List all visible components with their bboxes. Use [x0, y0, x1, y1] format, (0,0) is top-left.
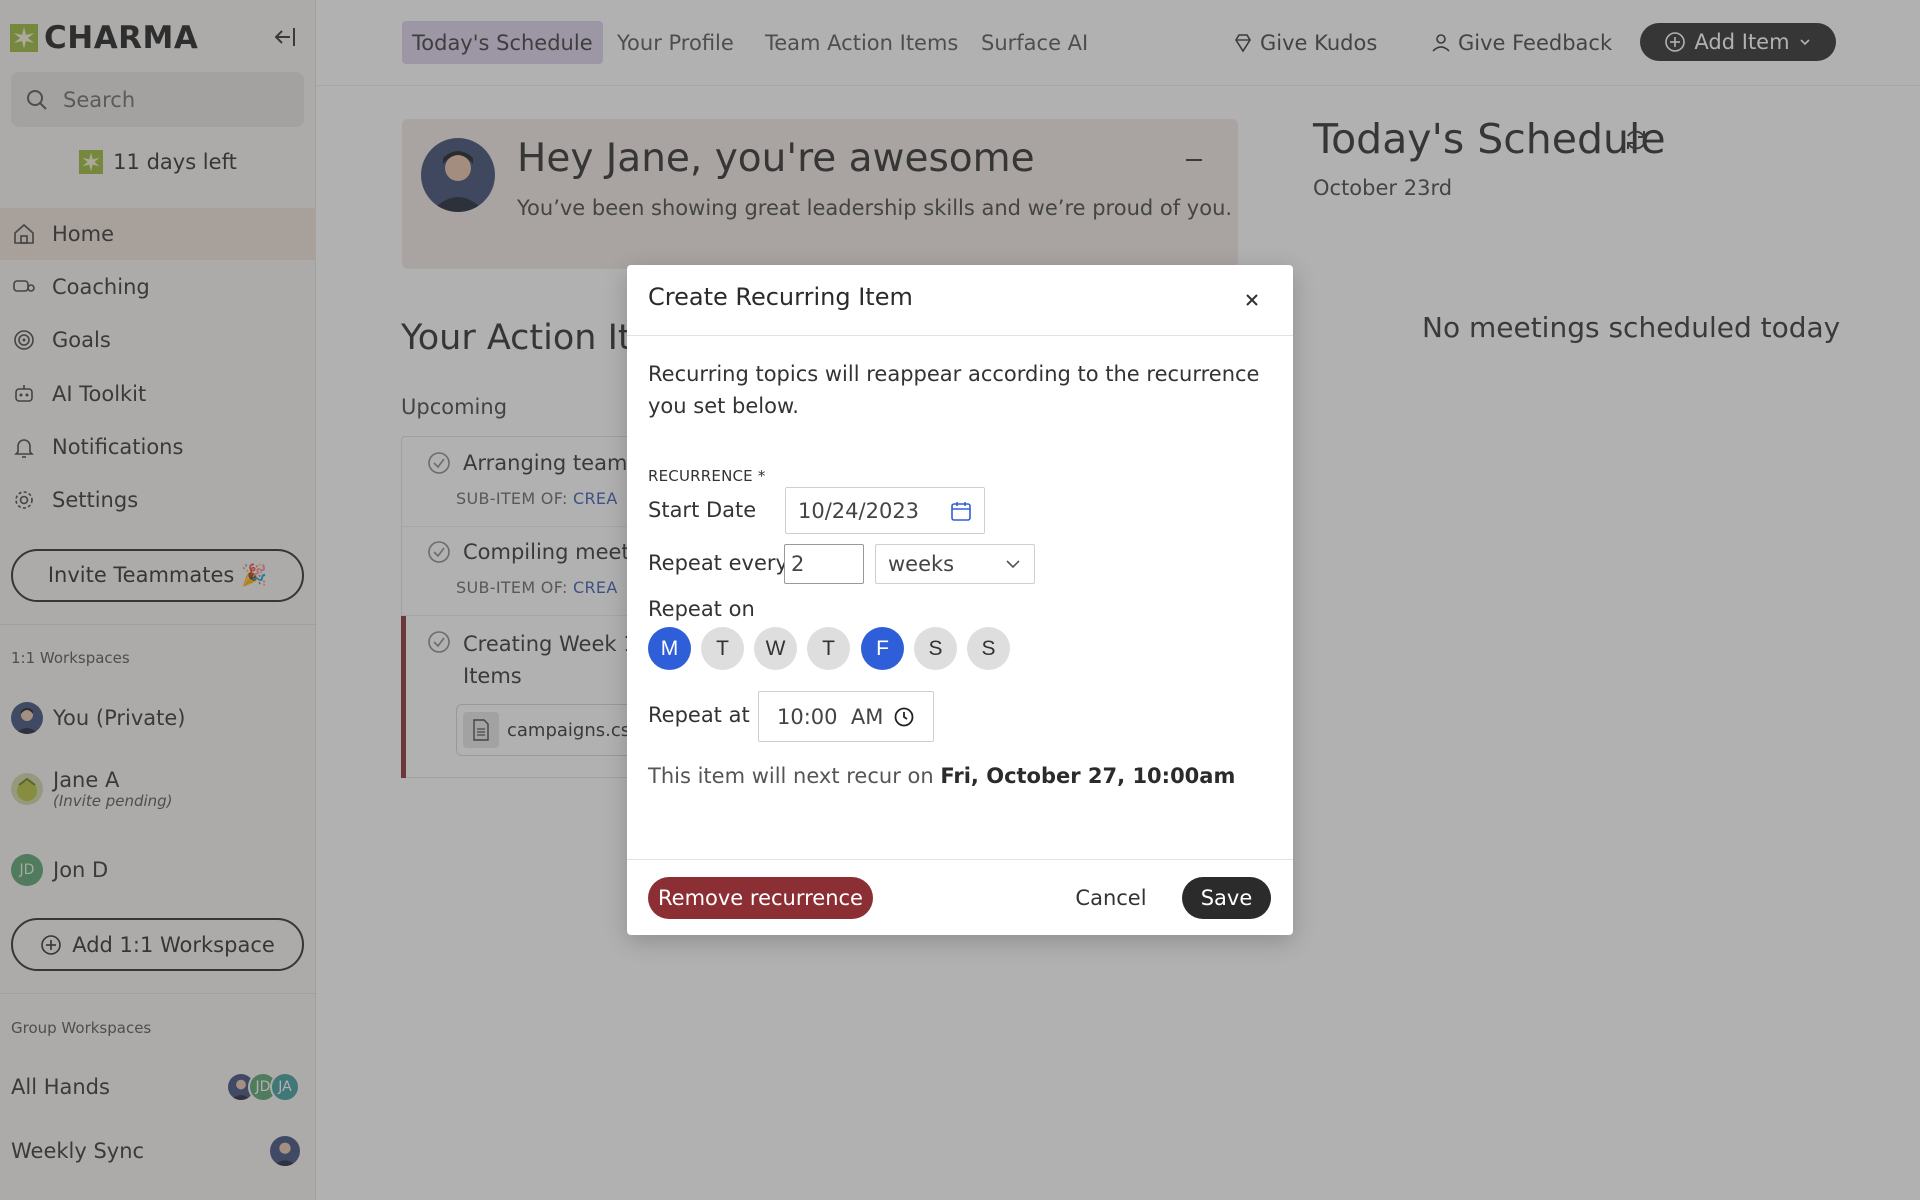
day-toggle-sunday[interactable]: S: [967, 627, 1010, 670]
day-toggle-monday[interactable]: M: [648, 627, 691, 670]
repeat-at-label: Repeat at: [648, 703, 750, 727]
day-toggle-friday[interactable]: F: [861, 627, 904, 670]
recurrence-label: RECURRENCE *: [648, 467, 766, 485]
start-date-field[interactable]: 10/24/2023: [785, 487, 985, 534]
repeat-time-field[interactable]: 10:00 AM: [758, 691, 934, 742]
day-toggle-thursday[interactable]: T: [807, 627, 850, 670]
divider: [627, 859, 1293, 860]
repeat-every-input[interactable]: 2: [784, 544, 864, 584]
remove-recurrence-button[interactable]: Remove recurrence: [648, 877, 873, 919]
start-date-label: Start Date: [648, 498, 757, 522]
calendar-icon[interactable]: [950, 500, 972, 522]
divider: [627, 335, 1293, 336]
close-icon: [1246, 294, 1258, 306]
day-toggle-wednesday[interactable]: W: [754, 627, 797, 670]
next-recur-prefix: This item will next recur on: [648, 764, 934, 788]
modal-description: Recurring topics will reappear according…: [648, 362, 1260, 418]
repeat-every-value: 2: [791, 552, 805, 576]
next-recurrence-text: This item will next recur on Fri, Octobe…: [648, 764, 1235, 788]
day-toggle-saturday[interactable]: S: [914, 627, 957, 670]
cancel-button[interactable]: Cancel: [1061, 877, 1161, 919]
repeat-every-label: Repeat every: [648, 551, 788, 575]
repeat-unit-select[interactable]: weeks: [875, 544, 1035, 584]
repeat-time-value: 10:00 AM: [777, 704, 884, 729]
save-button[interactable]: Save: [1182, 877, 1271, 919]
chevron-down-icon: [1006, 560, 1020, 569]
repeat-on-label: Repeat on: [648, 597, 755, 621]
modal-title: Create Recurring Item: [648, 283, 913, 311]
start-date-value: 10/24/2023: [798, 498, 920, 523]
close-button[interactable]: [1239, 287, 1265, 313]
repeat-unit-value: weeks: [888, 552, 955, 576]
day-toggle-tuesday[interactable]: T: [701, 627, 744, 670]
clock-icon[interactable]: [893, 706, 915, 728]
create-recurring-item-modal: Create Recurring Item Recurring topics w…: [627, 265, 1293, 935]
next-recur-value: Fri, October 27, 10:00am: [940, 764, 1236, 788]
